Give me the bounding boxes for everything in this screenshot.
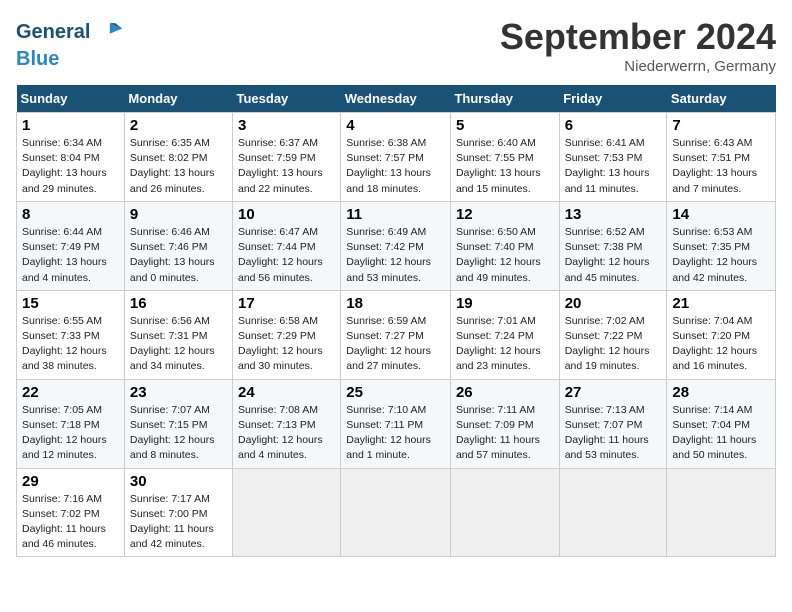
day-cell-19: 19 Sunrise: 7:01 AMSunset: 7:24 PMDaylig… <box>450 290 559 379</box>
header-wednesday: Wednesday <box>341 85 451 113</box>
day-cell-3: 3 Sunrise: 6:37 AMSunset: 7:59 PMDayligh… <box>233 113 341 202</box>
table-row: 8 Sunrise: 6:44 AMSunset: 7:49 PMDayligh… <box>17 201 776 290</box>
day-cell-15: 15 Sunrise: 6:55 AMSunset: 7:33 PMDaylig… <box>17 290 125 379</box>
day-cell-10: 10 Sunrise: 6:47 AMSunset: 7:44 PMDaylig… <box>233 201 341 290</box>
day-cell-29: 29 Sunrise: 7:16 AMSunset: 7:02 PMDaylig… <box>17 468 125 557</box>
day-cell-27: 27 Sunrise: 7:13 AMSunset: 7:07 PMDaylig… <box>559 379 667 468</box>
weekday-header-row: Sunday Monday Tuesday Wednesday Thursday… <box>17 85 776 113</box>
day-cell-30: 30 Sunrise: 7:17 AMSunset: 7:00 PMDaylig… <box>124 468 232 557</box>
day-cell-20: 20 Sunrise: 7:02 AMSunset: 7:22 PMDaylig… <box>559 290 667 379</box>
day-cell-22: 22 Sunrise: 7:05 AMSunset: 7:18 PMDaylig… <box>17 379 125 468</box>
page-header: General Blue September 2024 Niederwerrn,… <box>16 16 776 75</box>
day-cell-26: 26 Sunrise: 7:11 AMSunset: 7:09 PMDaylig… <box>450 379 559 468</box>
day-cell-2: 2 Sunrise: 6:35 AMSunset: 8:02 PMDayligh… <box>124 113 232 202</box>
day-cell-23: 23 Sunrise: 7:07 AMSunset: 7:15 PMDaylig… <box>124 379 232 468</box>
day-cell-empty-1 <box>233 468 341 557</box>
day-cell-18: 18 Sunrise: 6:59 AMSunset: 7:27 PMDaylig… <box>341 290 451 379</box>
day-cell-28: 28 Sunrise: 7:14 AMSunset: 7:04 PMDaylig… <box>667 379 776 468</box>
day-cell-14: 14 Sunrise: 6:53 AMSunset: 7:35 PMDaylig… <box>667 201 776 290</box>
day-cell-5: 5 Sunrise: 6:40 AMSunset: 7:55 PMDayligh… <box>450 113 559 202</box>
table-row: 15 Sunrise: 6:55 AMSunset: 7:33 PMDaylig… <box>17 290 776 379</box>
day-cell-21: 21 Sunrise: 7:04 AMSunset: 7:20 PMDaylig… <box>667 290 776 379</box>
day-cell-13: 13 Sunrise: 6:52 AMSunset: 7:38 PMDaylig… <box>559 201 667 290</box>
day-cell-25: 25 Sunrise: 7:10 AMSunset: 7:11 PMDaylig… <box>341 379 451 468</box>
table-row: 22 Sunrise: 7:05 AMSunset: 7:18 PMDaylig… <box>17 379 776 468</box>
day-cell-4: 4 Sunrise: 6:38 AMSunset: 7:57 PMDayligh… <box>341 113 451 202</box>
day-cell-12: 12 Sunrise: 6:50 AMSunset: 7:40 PMDaylig… <box>450 201 559 290</box>
calendar-table: Sunday Monday Tuesday Wednesday Thursday… <box>16 85 776 557</box>
day-cell-empty-5 <box>667 468 776 557</box>
logo-bird-icon <box>92 16 124 48</box>
table-row: 1 Sunrise: 6:34 AMSunset: 8:04 PMDayligh… <box>17 113 776 202</box>
table-row: 29 Sunrise: 7:16 AMSunset: 7:02 PMDaylig… <box>17 468 776 557</box>
day-cell-6: 6 Sunrise: 6:41 AMSunset: 7:53 PMDayligh… <box>559 113 667 202</box>
header-friday: Friday <box>559 85 667 113</box>
logo-blue: Blue <box>16 48 59 71</box>
day-cell-16: 16 Sunrise: 6:56 AMSunset: 7:31 PMDaylig… <box>124 290 232 379</box>
day-cell-empty-2 <box>341 468 451 557</box>
header-monday: Monday <box>124 85 232 113</box>
location: Niederwerrn, Germany <box>500 58 776 75</box>
day-cell-17: 17 Sunrise: 6:58 AMSunset: 7:29 PMDaylig… <box>233 290 341 379</box>
logo-general: General <box>16 21 90 44</box>
day-cell-24: 24 Sunrise: 7:08 AMSunset: 7:13 PMDaylig… <box>233 379 341 468</box>
day-cell-7: 7 Sunrise: 6:43 AMSunset: 7:51 PMDayligh… <box>667 113 776 202</box>
day-cell-empty-3 <box>450 468 559 557</box>
header-tuesday: Tuesday <box>233 85 341 113</box>
header-sunday: Sunday <box>17 85 125 113</box>
day-cell-empty-4 <box>559 468 667 557</box>
header-saturday: Saturday <box>667 85 776 113</box>
title-block: September 2024 Niederwerrn, Germany <box>500 16 776 75</box>
header-thursday: Thursday <box>450 85 559 113</box>
day-cell-8: 8 Sunrise: 6:44 AMSunset: 7:49 PMDayligh… <box>17 201 125 290</box>
day-cell-1: 1 Sunrise: 6:34 AMSunset: 8:04 PMDayligh… <box>17 113 125 202</box>
logo: General Blue <box>16 16 124 71</box>
day-cell-9: 9 Sunrise: 6:46 AMSunset: 7:46 PMDayligh… <box>124 201 232 290</box>
month-title: September 2024 <box>500 16 776 58</box>
day-cell-11: 11 Sunrise: 6:49 AMSunset: 7:42 PMDaylig… <box>341 201 451 290</box>
